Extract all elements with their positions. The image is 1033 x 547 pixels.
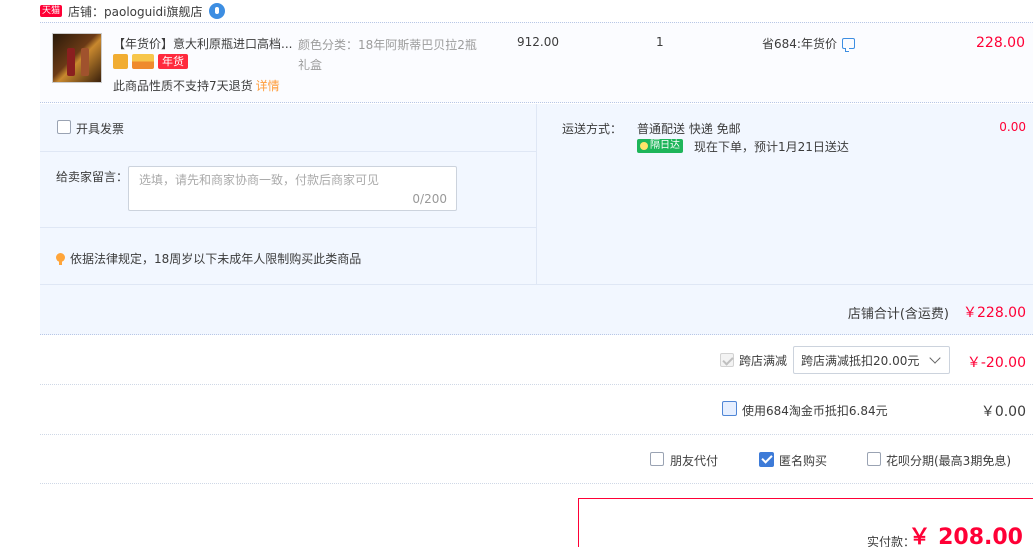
wangwang-chat-icon[interactable] [208,3,225,19]
payment-options-row: 朋友代付 匿名购买 花呗分期(最高3期免息) [40,435,1033,484]
cross-store-discount-selected: 跨店满减抵扣20.00元 [801,353,920,368]
product-promo: 省684:年货价 [762,35,855,52]
lightbulb-icon [56,252,65,265]
taobao-coin-row: 使用684淘金币抵扣6.84元 ￥0.00 [40,385,1033,435]
friend-pay-label[interactable]: 朋友代付 [670,452,718,469]
anonymous-purchase-checkbox[interactable] [759,452,774,467]
product-service-icons: 年货 [113,54,188,69]
shop-name-link[interactable]: 店铺：paologuidi旗舰店 [68,3,203,20]
payment-summary-box: 实付款： ￥ 208.00 [578,498,1033,547]
order-extras-left: 开具发票 给卖家留言： 0/200 依据法律规定，18周岁以下未成年人限制购买此… [40,104,537,284]
shipping-eta: 现在下单，预计1月21日送达 [694,140,849,154]
tmall-badge: 天猫 [40,5,63,17]
shop-total-value: ￥228.00 [963,305,1026,321]
cross-store-discount-label: 跨店满减 [739,354,788,368]
order-item: 【年货价】意大利原瓶进口高档... 年货 此商品性质不支持7天退货 详情 颜色分类… [40,22,1033,103]
next-day-badge: 隔日达 [637,139,683,153]
shop-header: 天猫 店铺：paologuidi旗舰店 [40,0,1033,22]
card-service-icon [132,54,154,69]
taobao-coin-checkbox[interactable] [722,401,737,416]
product-title-link[interactable]: 【年货价】意大利原瓶进口高档... [113,35,293,52]
taobao-coin-value: ￥0.00 [980,404,1026,420]
invoice-checkbox[interactable] [57,120,71,134]
shipping-label: 运送方式： [562,122,623,136]
law-tip: 依据法律规定，18周岁以下未成年人限制购买此类商品 [56,250,361,267]
shop-total-row: 店铺合计(含运费) ￥228.00 [40,284,1033,335]
product-thumbnail[interactable] [52,33,102,83]
order-extras: 开具发票 给卖家留言： 0/200 依据法律规定，18周岁以下未成年人限制购买此… [40,104,1033,284]
product-unit-price: 912.00 [517,35,559,49]
cross-store-discount-select[interactable]: 跨店满减抵扣20.00元 [793,346,950,374]
product-quantity: 1 [656,35,664,49]
return-policy-text: 此商品性质不支持7天退货 [113,79,253,93]
seller-message-box[interactable]: 0/200 [128,166,457,211]
promo-text: 省684:年货价 [762,37,837,51]
payment-value: ￥ 208.00 [908,525,1023,547]
cross-store-discount-value: ￥-20.00 [966,355,1026,371]
cross-store-discount-checkbox [720,353,734,367]
seller-message-counter: 0/200 [412,192,447,206]
taobao-coin-label[interactable]: 使用684淘金币抵扣6.84元 [742,402,888,419]
return-policy-note: 此商品性质不支持7天退货 详情 [113,77,280,94]
law-tip-row: 依据法律规定，18周岁以下未成年人限制购买此类商品 [40,228,537,284]
product-subtotal: 228.00 [976,35,1025,51]
anonymous-purchase-label[interactable]: 匿名购买 [779,452,827,469]
next-day-badge-text: 隔日达 [650,140,680,151]
seller-message-input[interactable] [139,173,439,187]
installment-label[interactable]: 花呗分期(最高3期免息) [886,452,1011,469]
shipping-fee: 0.00 [999,120,1026,134]
return-policy-detail-link[interactable]: 详情 [256,79,280,93]
law-tip-text: 依据法律规定，18周岁以下未成年人限制购买此类商品 [70,252,362,266]
seller-message-label: 给卖家留言： [56,170,129,184]
seller-message-row: 给卖家留言： 0/200 [40,152,537,228]
friend-pay-checkbox[interactable] [650,452,664,466]
promo-info-icon[interactable] [841,38,855,52]
chevron-down-icon [929,352,941,364]
cross-store-discount-row: 跨店满减 跨店满减抵扣20.00元 ￥-20.00 [40,336,1033,385]
installment-checkbox[interactable] [867,452,881,466]
lightning-icon [640,142,648,150]
shipping-method: 普通配送 快递 免邮 [637,122,741,136]
product-sku: 颜色分类：18年阿斯蒂巴贝拉2瓶礼盒 [298,38,477,72]
shop-total-label: 店铺合计(含运费) [847,307,949,322]
nianhuo-tag: 年货 [158,54,188,69]
invoice-label[interactable]: 开具发票 [76,120,124,137]
invoice-row: 开具发票 [40,104,537,152]
gold-service-icon [113,54,128,69]
